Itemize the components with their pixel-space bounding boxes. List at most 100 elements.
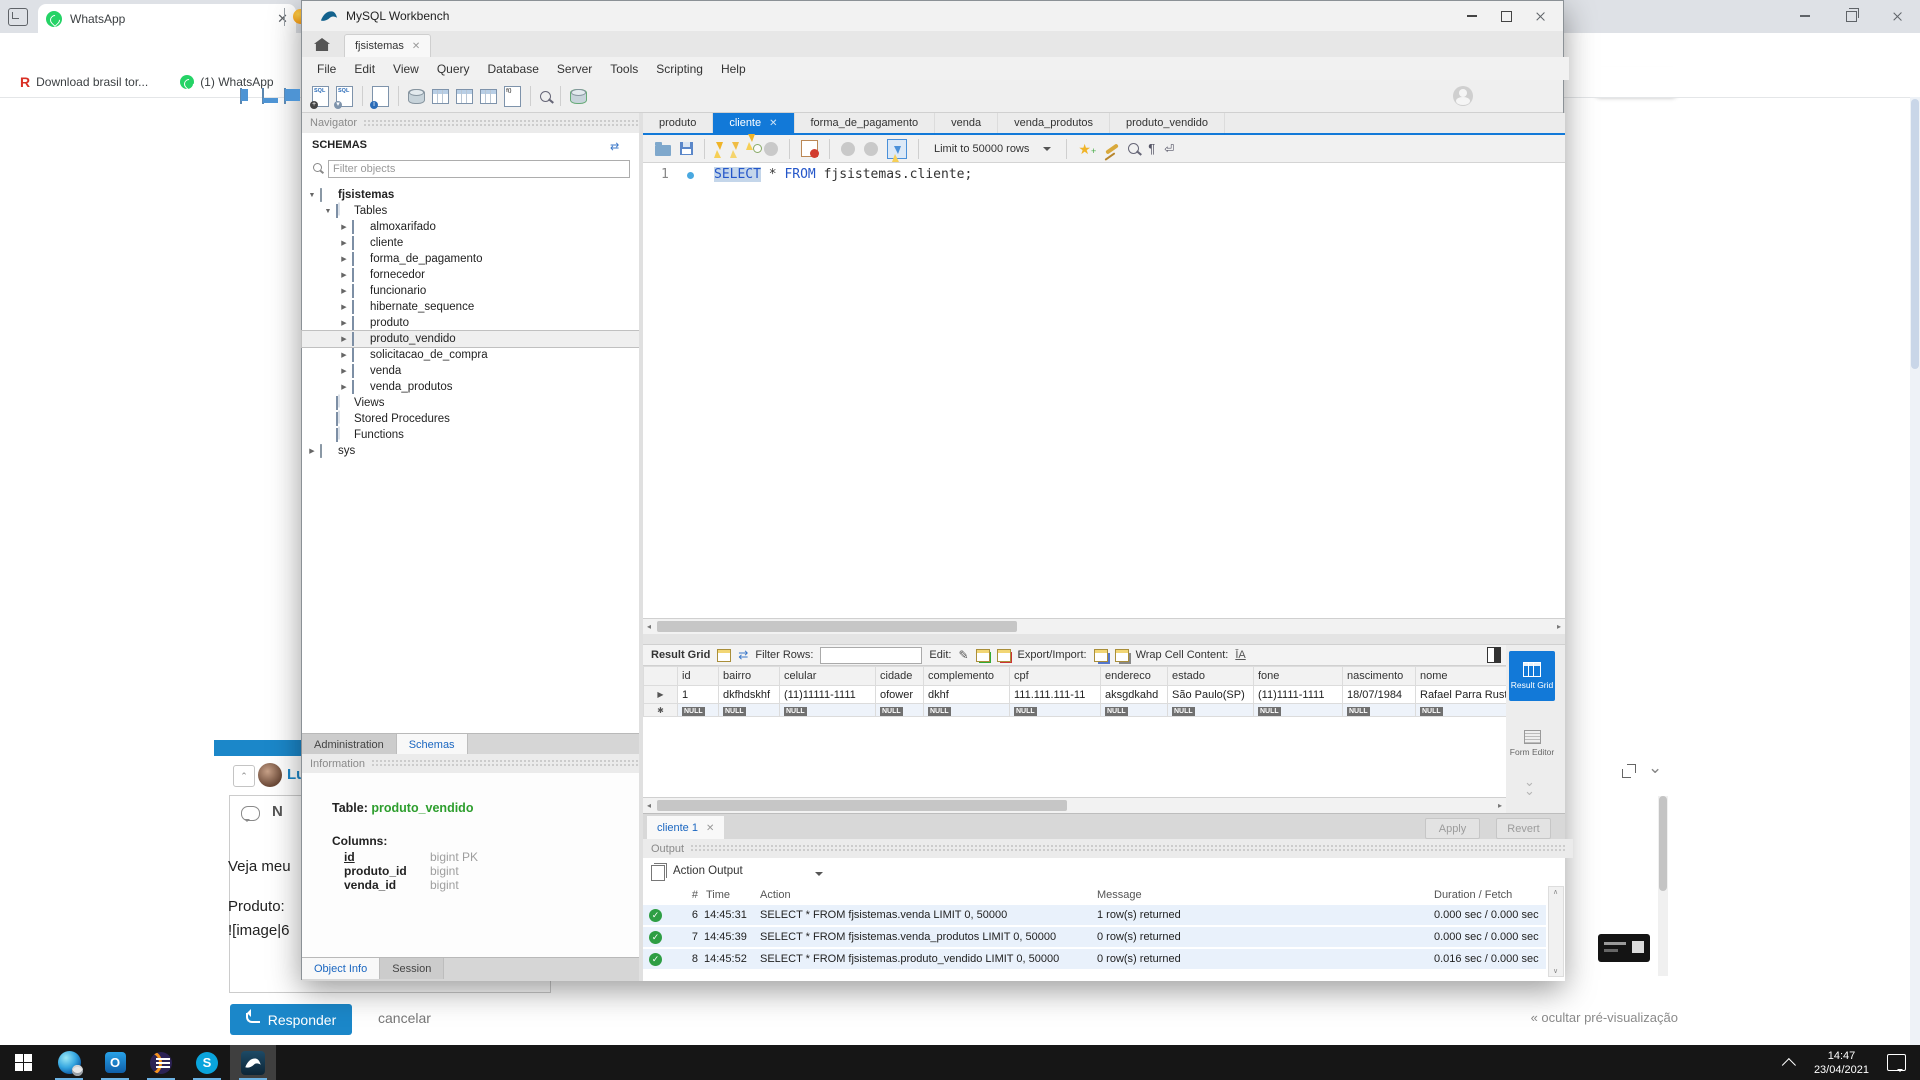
expand-preview-icon[interactable] [1622, 764, 1636, 778]
import-records-icon[interactable] [1115, 649, 1129, 662]
taskbar-clock[interactable]: 14:47 23/04/2021 [1814, 1049, 1869, 1077]
tree-expand-icon[interactable]: ▶ [308, 447, 316, 455]
query-tab-produto_vendido[interactable]: produto_vendido [1110, 113, 1225, 133]
grid-null-cell[interactable]: NULL [678, 704, 719, 717]
tab-object-info[interactable]: Object Info [302, 958, 380, 979]
save-snippet-icon[interactable]: ★+ [1078, 142, 1096, 156]
browser-tab-whatsapp[interactable]: WhatsApp ✕ [38, 4, 296, 33]
inspect-object-icon[interactable]: i [372, 86, 389, 107]
connection-tab[interactable]: fjsistemas✕ [344, 34, 431, 57]
tree-expand-icon[interactable]: ▶ [340, 287, 348, 295]
open-script-icon[interactable] [655, 145, 671, 156]
tree-expand-icon[interactable]: ▶ [340, 351, 348, 359]
wb-maximize-button[interactable] [1489, 3, 1523, 29]
tab-schemas[interactable]: Schemas [397, 734, 468, 755]
query-tab-forma_de_pagamento[interactable]: forma_de_pagamento [795, 113, 936, 133]
output-row[interactable]: ✓614:45:31SELECT * FROM fjsistemas.venda… [643, 905, 1546, 925]
grid-cell[interactable]: dkfhdskhf [719, 686, 780, 704]
grid-null-cell[interactable]: NULL [1254, 704, 1343, 717]
page-scrollbar[interactable] [1910, 97, 1920, 1045]
hide-preview-link[interactable]: « ocultar pré-visualização [1531, 1010, 1678, 1025]
grid-column-header-nome[interactable]: nome [1416, 667, 1507, 686]
query-tab-cliente[interactable]: cliente✕ [713, 113, 794, 133]
grid-cell[interactable]: Rafael Parra Rust [1416, 686, 1507, 704]
tree-expand-icon[interactable]: ▶ [340, 383, 348, 391]
find-icon[interactable] [1128, 143, 1139, 154]
preview-scrollbar[interactable] [1658, 796, 1668, 976]
output-row-action[interactable]: SELECT * FROM fjsistemas.venda_produtos … [760, 931, 1090, 943]
query-tab-close-icon[interactable]: ✕ [769, 118, 777, 129]
tree-item-almoxarifado[interactable]: ▶almoxarifado [302, 219, 639, 235]
grid-null-cell[interactable]: NULL [1168, 704, 1254, 717]
explain-icon[interactable] [748, 142, 755, 156]
query-tab-venda_produtos[interactable]: venda_produtos [998, 113, 1110, 133]
grid-cell[interactable]: 111.111.111-11 [1010, 686, 1101, 704]
tree-expand-icon[interactable]: ▶ [340, 335, 348, 343]
refresh-grid-icon[interactable]: ⇄ [738, 649, 748, 661]
tree-item-label[interactable]: venda_produtos [370, 381, 452, 393]
editor-hscrollbar[interactable]: ◂▸ [643, 618, 1565, 635]
wb-minimize-button[interactable] [1455, 3, 1489, 29]
tree-item-label[interactable]: solicitacao_de_compra [370, 349, 488, 361]
result-grid-table[interactable]: idbairrocelularcidadecomplementocpfender… [643, 666, 1507, 717]
open-sql-file-icon[interactable]: SQL▾ [336, 86, 353, 107]
tree-item-stored-procedures[interactable]: Stored Procedures [302, 411, 639, 427]
output-row-action[interactable]: SELECT * FROM fjsistemas.produto_vendido… [760, 953, 1090, 965]
add-row-icon[interactable] [976, 649, 990, 662]
grid-column-header-cidade[interactable]: cidade [876, 667, 924, 686]
query-tab-produto[interactable]: produto [643, 113, 713, 133]
grid-column-header-bairro[interactable]: bairro [719, 667, 780, 686]
edit-record-icon[interactable]: ✎ [958, 649, 968, 661]
tab-session[interactable]: Session [380, 958, 444, 979]
tree-item-label[interactable]: Stored Procedures [354, 413, 450, 425]
sql-code-line[interactable]: SELECT * FROM fjsistemas.cliente; [714, 167, 972, 182]
tray-expand-icon[interactable] [1782, 1058, 1796, 1072]
tree-item-label[interactable]: Functions [354, 429, 404, 441]
browser-restore-button[interactable] [1828, 0, 1874, 32]
wrap-cell-toggle-icon[interactable]: ĪA [1235, 649, 1245, 661]
output-row[interactable]: ✓714:45:39SELECT * FROM fjsistemas.venda… [643, 927, 1546, 947]
new-sql-editor-icon[interactable]: SQL+ [312, 86, 329, 107]
grid-column-header-estado[interactable]: estado [1168, 667, 1254, 686]
taskbar-skype[interactable]: S [184, 1045, 230, 1080]
tree-expand-icon[interactable]: ▶ [340, 239, 348, 247]
action-output-selector[interactable]: Action Output [673, 865, 743, 877]
tree-item-label[interactable]: Views [354, 397, 384, 409]
tree-item-label[interactable]: cliente [370, 237, 403, 249]
export-recordset-icon[interactable] [1094, 649, 1108, 662]
grid-cell[interactable]: ofower [876, 686, 924, 704]
grid-null-cell[interactable]: NULL [719, 704, 780, 717]
tree-expand-icon[interactable]: ▶ [340, 319, 348, 327]
beautify-icon[interactable] [1105, 143, 1119, 154]
tree-item-fjsistemas[interactable]: ▼fjsistemas [302, 187, 639, 203]
account-icon[interactable] [1453, 86, 1473, 106]
apply-button[interactable]: Apply [1425, 818, 1480, 839]
show-invisibles-icon[interactable]: ¶ [1148, 141, 1155, 156]
tree-expand-icon[interactable]: ▶ [340, 271, 348, 279]
limit-rows-dropdown[interactable]: Limit to 50000 rows [930, 143, 1055, 155]
tree-item-hibernate_sequence[interactable]: ▶hibernate_sequence [302, 299, 639, 315]
tree-item-tables[interactable]: ▼Tables [302, 203, 639, 219]
tree-item-produto[interactable]: ▶produto [302, 315, 639, 331]
taskbar-edge[interactable] [46, 1045, 92, 1080]
grid-null-cell[interactable]: NULL [1343, 704, 1416, 717]
grid-null-cell[interactable]: NULL [924, 704, 1010, 717]
tree-item-cliente[interactable]: ▶ cliente [302, 235, 639, 251]
reply-button[interactable]: Responder [230, 1004, 352, 1035]
forum-avatar[interactable] [258, 763, 282, 787]
tree-expand-icon[interactable]: ▶ [340, 303, 348, 311]
tree-item-funcionario[interactable]: ▶funcionario [302, 283, 639, 299]
menu-tools[interactable]: Tools [601, 62, 647, 76]
tree-expand-icon[interactable]: ▶ [340, 223, 348, 231]
tab-actions-icon[interactable] [8, 8, 28, 26]
tree-item-sys[interactable]: ▶ sys [302, 443, 639, 459]
autocommit-toggle-icon[interactable] [887, 139, 907, 159]
tree-item-functions[interactable]: Functions [302, 427, 639, 443]
chevron-down-icon[interactable] [815, 872, 823, 880]
tree-item-label[interactable]: sys [338, 445, 355, 457]
bookmark-label[interactable]: Download brasil tor... [36, 75, 148, 89]
cancel-link[interactable]: cancelar [378, 1010, 431, 1026]
filter-rows-input[interactable] [820, 647, 922, 664]
grid-cell[interactable]: (11)11111-1111 [780, 686, 876, 704]
grid-column-header-endereco[interactable]: endereco [1101, 667, 1168, 686]
